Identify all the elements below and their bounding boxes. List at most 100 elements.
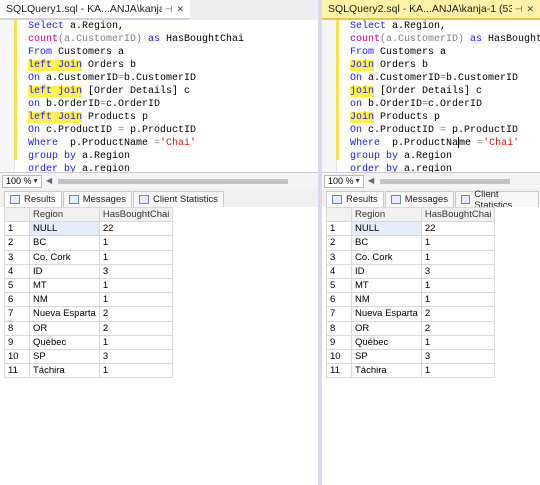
region-cell[interactable]: Québec <box>29 334 100 350</box>
region-cell[interactable]: Táchira <box>351 363 422 379</box>
table-row[interactable]: 1 NULL 22 <box>326 221 496 237</box>
tab-client-statistics[interactable]: Client Statistics <box>455 189 539 211</box>
horizontal-scrollbar[interactable]: ◀ <box>46 176 318 187</box>
region-cell[interactable]: NM <box>351 292 422 308</box>
hasboughtchai-cell[interactable]: 3 <box>98 348 174 365</box>
scroll-left-icon[interactable]: ◀ <box>46 176 52 185</box>
scrollbar-thumb[interactable] <box>58 178 288 184</box>
region-cell[interactable]: OR <box>29 320 100 336</box>
hasboughtchai-cell[interactable]: 1 <box>420 363 496 379</box>
region-cell[interactable]: NM <box>29 292 100 308</box>
row-number-cell[interactable]: 10 <box>326 348 352 365</box>
row-number-cell[interactable]: 11 <box>4 363 30 379</box>
hasboughtchai-cell[interactable]: 1 <box>98 277 174 294</box>
row-number-cell[interactable]: 2 <box>4 235 30 251</box>
row-number-cell[interactable]: 8 <box>4 320 30 336</box>
hasboughtchai-cell[interactable]: 1 <box>420 292 496 308</box>
row-number-cell[interactable]: 6 <box>4 292 30 308</box>
hasboughtchai-cell[interactable]: 1 <box>98 363 174 379</box>
sql-editor[interactable]: Select a.Region, count(a.CustomerID) as H… <box>0 20 318 175</box>
table-row[interactable]: 4 ID 3 <box>326 263 496 279</box>
row-number-cell[interactable]: 4 <box>326 263 352 279</box>
region-cell[interactable]: SP <box>29 348 100 365</box>
region-cell[interactable]: OR <box>351 320 422 336</box>
table-row[interactable]: 9 Québec 1 <box>326 334 496 350</box>
table-row[interactable]: 6 NM 1 <box>326 292 496 308</box>
region-cell[interactable]: Táchira <box>29 363 100 379</box>
region-cell[interactable]: BC <box>351 235 422 251</box>
table-row[interactable]: 8 OR 2 <box>326 320 496 336</box>
region-cell[interactable]: BC <box>29 235 100 251</box>
region-cell[interactable]: Co. Cork <box>29 249 100 265</box>
hasboughtchai-cell[interactable]: 3 <box>420 348 496 365</box>
column-header-region[interactable]: Region <box>29 206 100 223</box>
hasboughtchai-cell[interactable]: 1 <box>420 249 496 265</box>
table-row[interactable]: 11 Táchira 1 <box>4 363 174 379</box>
row-number-cell[interactable]: 1 <box>4 221 30 237</box>
tab-messages[interactable]: Messages <box>62 191 132 207</box>
region-cell[interactable]: Québec <box>351 334 422 350</box>
hasboughtchai-cell[interactable]: 22 <box>420 221 496 237</box>
close-icon[interactable]: ✕ <box>526 4 534 15</box>
table-row[interactable]: 2 BC 1 <box>326 235 496 251</box>
table-row[interactable]: 7 Nueva Esparta 2 <box>4 306 174 322</box>
tab-results[interactable]: Results <box>4 191 62 207</box>
results-grid[interactable]: Region HasBoughtChai 1 NULL 22 2 BC 1 3 Co. Cor… <box>0 206 318 485</box>
pin-icon[interactable]: ⊣ <box>515 4 523 15</box>
hasboughtchai-cell[interactable]: 22 <box>98 221 174 237</box>
tab-client-statistics[interactable]: Client Statistics <box>133 191 224 207</box>
tab-messages[interactable]: Messages <box>384 191 454 207</box>
region-cell[interactable]: MT <box>351 277 422 294</box>
table-row[interactable]: 9 Québec 1 <box>4 334 174 350</box>
table-row[interactable]: 6 NM 1 <box>4 292 174 308</box>
zoom-dropdown[interactable]: 100 % ▼ <box>2 174 42 188</box>
hasboughtchai-cell[interactable]: 1 <box>98 249 174 265</box>
table-row[interactable]: 2 BC 1 <box>4 235 174 251</box>
results-table[interactable]: Region HasBoughtChai 1 NULL 22 2 BC 1 3 Co. Cor… <box>4 206 174 379</box>
region-cell[interactable]: ID <box>351 263 422 279</box>
pin-icon[interactable]: ⊣ <box>165 4 173 15</box>
hasboughtchai-cell[interactable]: 2 <box>98 306 174 322</box>
row-number-cell[interactable]: 10 <box>4 348 30 365</box>
close-icon[interactable]: ✕ <box>176 4 184 15</box>
scroll-left-icon[interactable]: ◀ <box>368 176 374 185</box>
region-cell[interactable]: ID <box>29 263 100 279</box>
sql-editor[interactable]: Select a.Region, count(a.CustomerID) as H… <box>322 20 540 175</box>
table-row[interactable]: 7 Nueva Esparta 2 <box>326 306 496 322</box>
tab-results[interactable]: Results <box>326 191 384 207</box>
table-row[interactable]: 3 Co. Cork 1 <box>4 249 174 265</box>
tab-sqlquery2[interactable]: SQLQuery2.sql - KA...ANJA\kanja-1 (53))*… <box>322 0 540 20</box>
table-row[interactable]: 5 MT 1 <box>326 277 496 294</box>
hasboughtchai-cell[interactable]: 1 <box>420 334 496 350</box>
region-cell[interactable]: MT <box>29 277 100 294</box>
table-row[interactable]: 5 MT 1 <box>4 277 174 294</box>
row-number-cell[interactable]: 7 <box>326 306 352 322</box>
table-row[interactable]: 4 ID 3 <box>4 263 174 279</box>
hasboughtchai-cell[interactable]: 1 <box>420 235 496 251</box>
sql-code[interactable]: Select a.Region, count(a.CustomerID) as H… <box>28 20 244 176</box>
hasboughtchai-cell[interactable]: 2 <box>98 320 174 336</box>
region-cell[interactable]: NULL <box>351 221 422 237</box>
hasboughtchai-cell[interactable]: 1 <box>98 292 174 308</box>
table-row[interactable]: 8 OR 2 <box>4 320 174 336</box>
column-header-hasboughtchai[interactable]: HasBoughtChai <box>98 206 174 223</box>
results-table[interactable]: Region HasBoughtChai 1 NULL 22 2 BC 1 3 Co. Cor… <box>326 206 496 379</box>
hasboughtchai-cell[interactable]: 2 <box>420 320 496 336</box>
region-cell[interactable]: NULL <box>29 221 100 237</box>
row-number-cell[interactable]: 8 <box>326 320 352 336</box>
row-number-cell[interactable]: 4 <box>4 263 30 279</box>
hasboughtchai-cell[interactable]: 1 <box>98 334 174 350</box>
table-row[interactable]: 10 SP 3 <box>326 348 496 365</box>
sql-code[interactable]: Select a.Region, count(a.CustomerID) as H… <box>350 20 540 176</box>
table-row[interactable]: 1 NULL 22 <box>4 221 174 237</box>
horizontal-scrollbar[interactable]: ◀ <box>368 176 540 187</box>
row-number-cell[interactable]: 3 <box>4 249 30 265</box>
tab-sqlquery1[interactable]: SQLQuery1.sql - KA...ANJA\kanja-1 (52))*… <box>0 0 190 20</box>
region-cell[interactable]: SP <box>351 348 422 365</box>
column-header-region[interactable]: Region <box>351 206 422 223</box>
row-number-cell[interactable]: 1 <box>326 221 352 237</box>
table-row[interactable]: 11 Táchira 1 <box>326 363 496 379</box>
row-number-cell[interactable]: 7 <box>4 306 30 322</box>
region-cell[interactable]: Co. Cork <box>351 249 422 265</box>
row-number-cell[interactable]: 6 <box>326 292 352 308</box>
